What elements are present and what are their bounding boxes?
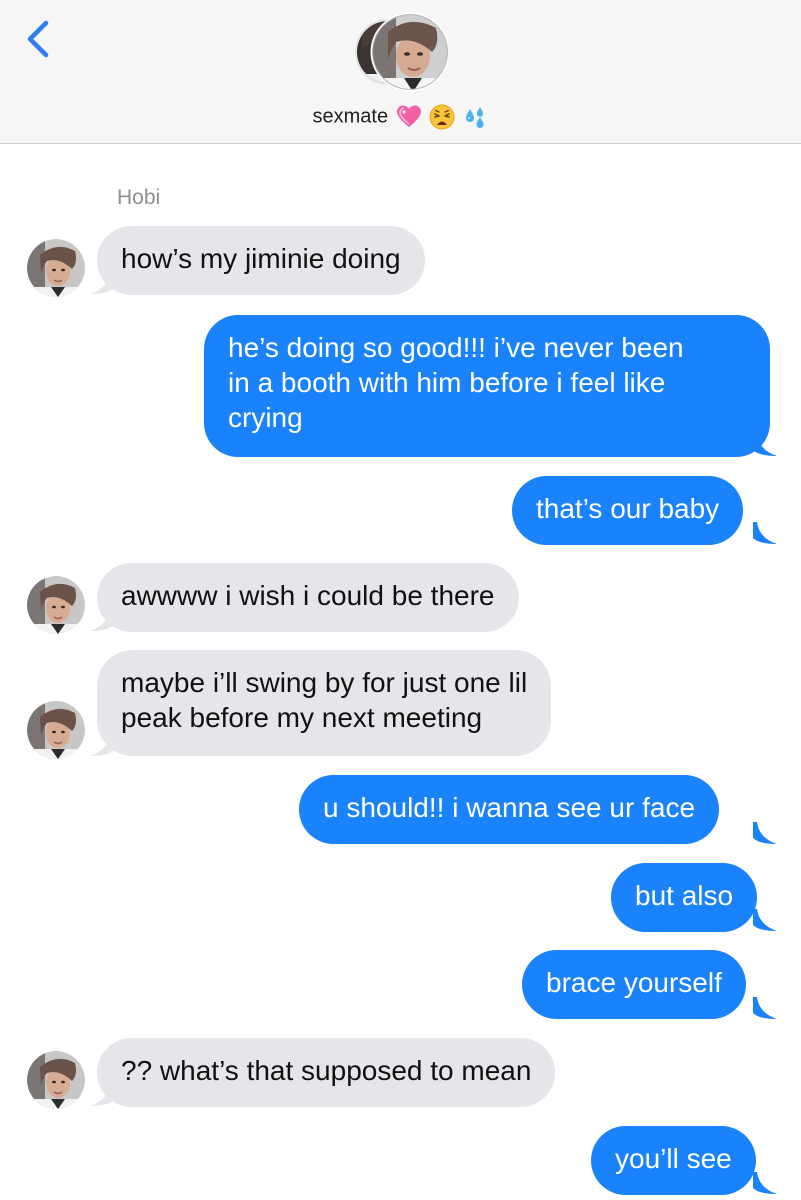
message-text: how’s my jiminie doing <box>121 243 401 274</box>
contact-avatar[interactable] <box>352 12 450 92</box>
sender-avatar[interactable] <box>27 701 85 759</box>
profile-photo-icon <box>27 239 85 297</box>
message-text: that’s our baby <box>536 493 720 524</box>
message-text: crying <box>228 402 303 433</box>
outgoing-message[interactable]: he’s doing so good!!! i’ve never been in… <box>204 315 770 457</box>
contact-name-row[interactable]: sexmate <box>0 104 801 130</box>
incoming-message[interactable]: ?? what’s that supposed to mean <box>97 1038 556 1107</box>
outgoing-message[interactable]: you’ll see <box>591 1126 756 1195</box>
message-text: he’s doing so good!!! i’ve never been <box>228 332 684 363</box>
outgoing-message[interactable]: but also <box>611 863 758 932</box>
message-text: peak before my next meeting <box>121 702 483 733</box>
sweat-droplets-icon <box>466 107 484 128</box>
bubble-tail <box>753 1172 779 1194</box>
incoming-message[interactable]: awwww i wish i could be there <box>97 563 519 632</box>
message-text: in a booth with him before i feel like <box>228 367 666 398</box>
outgoing-message[interactable]: u should!! i wanna see ur face <box>299 775 720 844</box>
pink-heart-icon <box>396 105 421 127</box>
incoming-message[interactable]: how’s my jiminie doing <box>97 226 425 295</box>
messages-screen: sexmate Hobi how’s my jiminie doing he’s… <box>0 0 801 1200</box>
outgoing-message[interactable]: that’s our baby <box>512 476 744 545</box>
message-text: maybe i’ll swing by for just one lil <box>121 667 528 698</box>
message-text: but also <box>635 880 734 911</box>
message-text: u should!! i wanna see ur face <box>323 792 696 823</box>
bubble-tail <box>753 522 779 544</box>
sender-avatar[interactable] <box>27 1051 85 1109</box>
outgoing-message[interactable]: brace yourself <box>522 950 746 1019</box>
chevron-left-icon <box>27 20 49 58</box>
message-text: you’ll see <box>615 1143 732 1174</box>
incoming-message[interactable]: maybe i’ll swing by for just one lil pea… <box>97 650 552 756</box>
sender-name-label: Hobi <box>117 186 161 209</box>
bubble-tail <box>753 909 779 931</box>
conversation-header: sexmate <box>0 0 801 144</box>
weary-face-icon <box>429 104 455 130</box>
message-text: ?? what’s that supposed to mean <box>121 1055 532 1086</box>
back-button[interactable] <box>18 14 58 64</box>
profile-photo-icon <box>27 576 85 634</box>
message-text: awwww i wish i could be there <box>121 580 495 611</box>
contact-name: sexmate <box>312 105 389 128</box>
profile-photo-icon <box>27 701 85 759</box>
bubble-tail <box>753 997 779 1019</box>
profile-photo-icon <box>27 1051 85 1109</box>
sender-avatar[interactable] <box>27 576 85 634</box>
message-text: brace yourself <box>546 967 722 998</box>
sender-avatar[interactable] <box>27 239 85 297</box>
bubble-tail <box>753 822 779 844</box>
